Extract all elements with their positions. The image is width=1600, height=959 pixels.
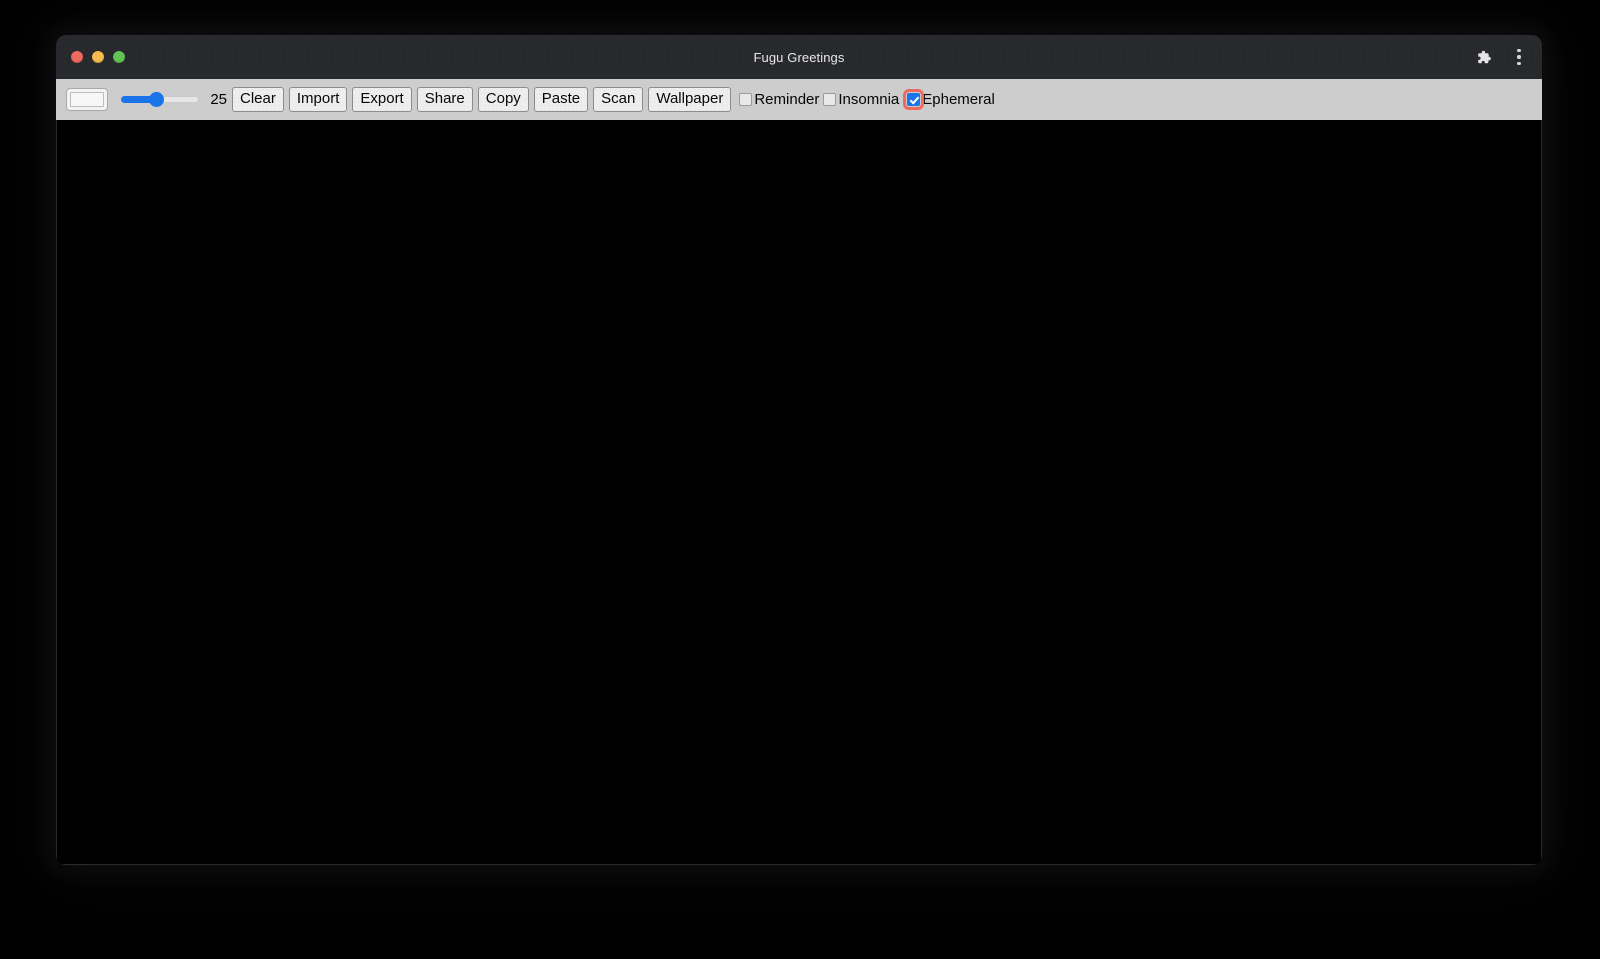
toolbar-checkbox-group: Reminder Insomnia Ephemeral: [739, 89, 995, 110]
scan-button[interactable]: Scan: [593, 87, 644, 112]
app-toolbar: 25 Clear Import Export Share Copy Paste Scan Wa…: [56, 79, 1542, 120]
insomnia-checkbox-label: Insomnia: [838, 91, 900, 108]
ephemeral-checkbox[interactable]: Ephemeral: [903, 89, 995, 110]
title-bar: Fugu Greetings: [56, 35, 1542, 79]
share-button[interactable]: Share: [416, 87, 473, 112]
reminder-checkbox[interactable]: Reminder: [739, 91, 819, 108]
kebab-dot: [1517, 61, 1521, 66]
paste-button[interactable]: Paste: [533, 87, 589, 112]
titlebar-right-controls: [1473, 47, 1529, 67]
color-picker-input[interactable]: [66, 88, 108, 111]
color-swatch: [70, 92, 104, 107]
clear-button[interactable]: Clear: [232, 87, 284, 112]
reminder-checkbox-box[interactable]: [739, 93, 753, 106]
toolbar-button-row: Clear Import Export Share Copy Paste Scan Wallp…: [232, 87, 736, 112]
copy-button[interactable]: Copy: [477, 87, 529, 112]
extensions-puzzle-icon[interactable]: [1473, 47, 1493, 67]
reminder-checkbox-label: Reminder: [754, 91, 820, 108]
import-button[interactable]: Import: [288, 87, 348, 112]
maximize-window-button[interactable]: [113, 51, 125, 63]
screen: Fugu Greetings 25 Clear Import Export Sh…: [0, 0, 1600, 959]
traffic-lights: [71, 51, 125, 63]
insomnia-checkbox[interactable]: Insomnia: [823, 91, 899, 108]
browser-menu-kebab-icon[interactable]: [1509, 47, 1529, 67]
kebab-dot: [1517, 55, 1521, 59]
ephemeral-checkbox-box[interactable]: [903, 89, 925, 110]
drawing-canvas[interactable]: [56, 120, 1542, 865]
browser-window: Fugu Greetings 25 Clear Import Export Sh…: [56, 35, 1542, 865]
kebab-dot: [1517, 48, 1521, 53]
insomnia-checkbox-box[interactable]: [823, 93, 837, 106]
slider-thumb[interactable]: [149, 92, 165, 107]
wallpaper-button[interactable]: Wallpaper: [648, 87, 732, 112]
close-window-button[interactable]: [71, 51, 83, 63]
line-width-slider[interactable]: [121, 91, 199, 109]
export-button[interactable]: Export: [352, 87, 412, 112]
ephemeral-checkbox-label: Ephemeral: [922, 91, 995, 108]
minimize-window-button[interactable]: [92, 51, 104, 63]
window-title: Fugu Greetings: [753, 49, 845, 65]
slider-value-label: 25: [210, 91, 227, 108]
